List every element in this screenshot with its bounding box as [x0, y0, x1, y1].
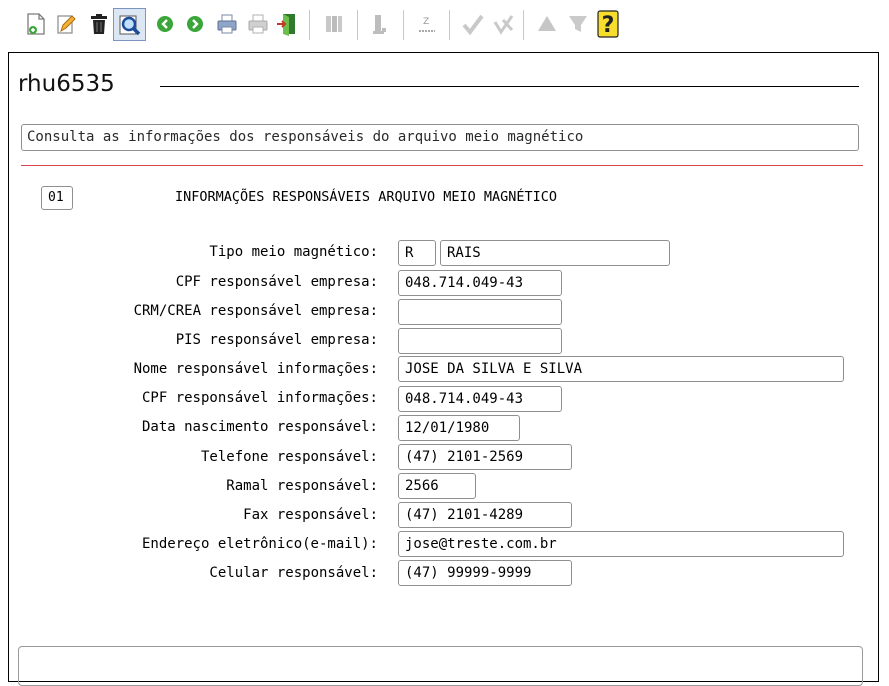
- title-divider: [160, 86, 859, 87]
- celular-label: Celular responsável:: [209, 565, 378, 581]
- celular-field[interactable]: (47) 99999-9999: [398, 560, 572, 586]
- print-disabled-icon[interactable]: [243, 9, 273, 39]
- fax-label: Fax responsável:: [243, 507, 378, 523]
- email-field[interactable]: jose@treste.com.br: [398, 531, 844, 557]
- back-arrow-icon[interactable]: [150, 9, 180, 39]
- pis-label: PIS responsável empresa:: [175, 332, 378, 348]
- tel-field[interactable]: (47) 2101-2569: [398, 444, 572, 470]
- edit-pencil-icon[interactable]: [51, 9, 81, 39]
- svg-text:Z: Z: [423, 17, 429, 27]
- first-record-icon[interactable]: [319, 9, 349, 39]
- cpf-empresa-label: CPF responsável empresa:: [175, 274, 378, 290]
- cpf-info-label: CPF responsável informações:: [141, 390, 378, 406]
- section-divider: [21, 165, 863, 166]
- new-doc-icon[interactable]: [21, 9, 51, 39]
- cancel-x-icon[interactable]: [488, 9, 518, 39]
- nasc-label: Data nascimento responsável:: [141, 419, 378, 435]
- ramal-label: Ramal responsável:: [226, 478, 378, 494]
- tel-label: Telefone responsável:: [200, 449, 378, 465]
- message-area: [18, 646, 863, 686]
- pis-field[interactable]: [398, 328, 562, 354]
- trash-icon[interactable]: [84, 9, 114, 39]
- help-question-icon[interactable]: ?: [593, 9, 623, 39]
- section-code-field[interactable]: 01: [41, 186, 73, 210]
- next-record-icon[interactable]: Z: [412, 9, 442, 39]
- exit-door-icon[interactable]: [272, 9, 302, 39]
- ramal-field[interactable]: 2566: [398, 473, 476, 499]
- print-icon[interactable]: [212, 9, 242, 39]
- nome-field[interactable]: JOSE DA SILVA E SILVA: [398, 356, 844, 382]
- nasc-field[interactable]: 12/01/1980: [398, 415, 520, 441]
- email-label: Endereço eletrônico(e-mail):: [141, 536, 378, 552]
- section-heading: INFORMAÇÕES RESPONSÁVEIS ARQUIVO MEIO MA…: [175, 189, 558, 205]
- program-description: Consulta as informações dos responsáveis…: [21, 124, 859, 151]
- crm-field[interactable]: [398, 299, 562, 325]
- up-triangle-icon[interactable]: [532, 9, 562, 39]
- tipo-label: Tipo meio magnético:: [209, 244, 378, 260]
- help-glyph: ?: [602, 13, 615, 38]
- cpf-empresa-field[interactable]: 048.714.049-43: [398, 270, 562, 296]
- forward-arrow-icon[interactable]: [180, 9, 210, 39]
- previous-record-icon[interactable]: [365, 9, 395, 39]
- nome-label: Nome responsável informações:: [133, 361, 378, 377]
- filter-icon[interactable]: [563, 9, 593, 39]
- confirm-check-icon[interactable]: [458, 9, 488, 39]
- tipo-code-field[interactable]: R: [398, 240, 436, 266]
- fax-field[interactable]: (47) 2101-4289: [398, 502, 572, 528]
- cpf-info-field[interactable]: 048.714.049-43: [398, 386, 562, 412]
- crm-label: CRM/CREA responsável empresa:: [133, 303, 378, 319]
- toolbar: Z ?: [0, 0, 889, 50]
- tipo-desc-field[interactable]: RAIS: [440, 240, 670, 266]
- search-magnifier-icon[interactable]: [113, 8, 146, 41]
- program-title: rhu6535: [18, 71, 115, 97]
